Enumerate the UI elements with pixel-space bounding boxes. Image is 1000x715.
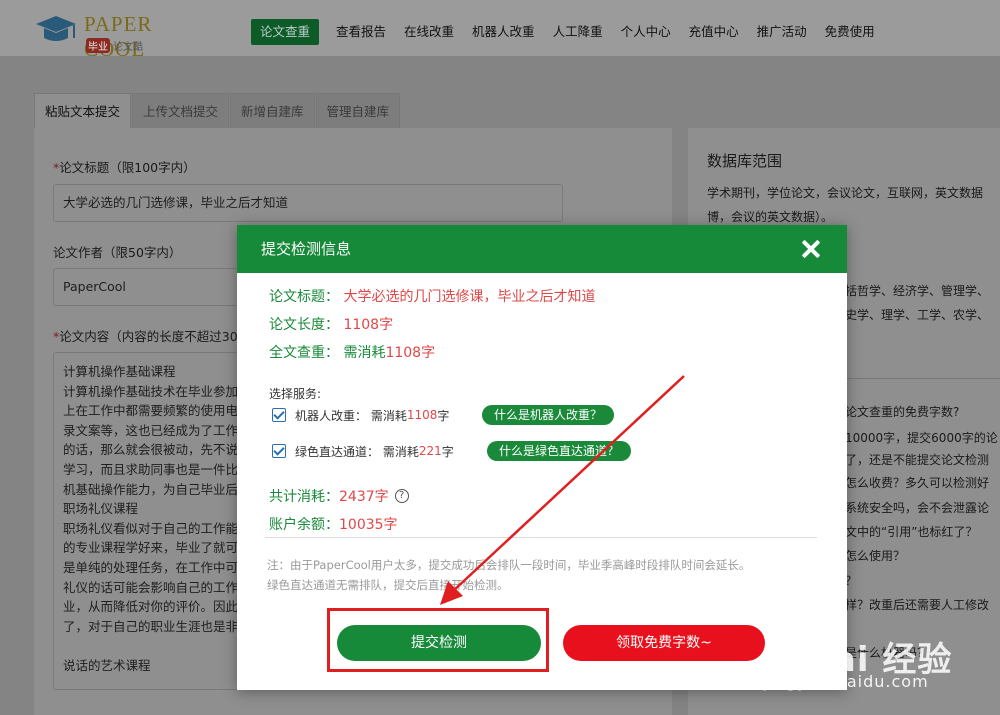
nav-personal-center[interactable]: 个人中心 — [612, 19, 680, 45]
balance-row: 账户余额： 10035字 — [269, 517, 398, 533]
full-check-row: 全文查重： 需消耗1108字 — [269, 345, 436, 361]
tab-upload-doc[interactable]: 上传文档提交 — [132, 93, 230, 129]
sidebar-text: 博，会议的英文数据）。 — [707, 210, 834, 224]
baidu-jingyan-watermark: Bai 经验 jingyan.baidu.com — [764, 632, 970, 707]
question-icon[interactable]: ? — [394, 489, 409, 503]
sidebar-text: 学术期刊，学位论文，会议论文，互联网，英文数据 — [707, 186, 984, 200]
nav-paper-check[interactable]: 论文查重 — [251, 19, 320, 45]
title-label: *论文标题（限100字内） — [53, 160, 196, 175]
checkbox-robot-revise[interactable] — [272, 408, 286, 422]
title-input[interactable]: 大学必选的几门选修课，毕业之后才知道 — [53, 184, 563, 222]
main-nav: 论文查重 查看报告 在线改重 机器人改重 人工降重 个人中心 充值中心 推广活动… — [251, 19, 884, 45]
sidebar-text: 史学、理学、工学、农学、 — [845, 308, 990, 322]
total-cost-row: 共计消耗： 2437字? — [269, 486, 409, 506]
checkbox-green-channel[interactable] — [272, 444, 286, 458]
faq-link[interactable]: 论文查重的免费字数? — [845, 403, 959, 420]
faq-link[interactable]: 样？改重后还需要人工修改 — [845, 596, 989, 613]
nav-online-revise[interactable]: 在线改重 — [395, 19, 463, 45]
paper-title-row: 论文标题： 大学必选的几门选修课，毕业之后才知道 — [269, 289, 596, 305]
faq-link[interactable]: 文中的“引用”也标红了？ — [845, 523, 977, 540]
faq-link[interactable]: 10000字，提交6000字的论 — [845, 429, 998, 446]
services-title: 选择服务: — [269, 387, 322, 401]
nav-recharge[interactable]: 充值中心 — [680, 19, 748, 45]
graduation-cap-icon — [36, 16, 76, 41]
what-is-robot-revise-button[interactable]: 什么是机器人改重？ — [482, 405, 615, 425]
logo-badge: 毕业 — [86, 38, 110, 53]
paw-icon — [773, 635, 801, 663]
sidebar-text: 括哲学、经济学、管理学、 — [845, 284, 990, 298]
dialog-header: 提交检测信息 — [237, 225, 847, 273]
nav-manual-reduce[interactable]: 人工降重 — [544, 19, 612, 45]
dialog-title: 提交检测信息 — [261, 240, 352, 258]
tab-new-library[interactable]: 新增自建库 — [230, 93, 315, 129]
close-icon[interactable] — [801, 239, 821, 259]
nav-robot-revise[interactable]: 机器人改重 — [463, 19, 544, 45]
paper-length-row: 论文长度： 1108字 — [269, 317, 394, 333]
author-label: 论文作者（限50字内） — [53, 245, 182, 260]
nav-promotion[interactable]: 推广活动 — [748, 19, 816, 45]
top-header: PAPER COOL 毕业 论文酷 论文查重 查看报告 在线改重 机器人改重 人工… — [0, 0, 1000, 61]
service-robot-revise[interactable]: 机器人改重： 需消耗 1108 字 — [272, 405, 449, 425]
faq-link[interactable]: 怎么使用？ — [845, 547, 905, 564]
tab-paste-text[interactable]: 粘贴文本提交 — [34, 93, 132, 129]
content-label: *论文内容（内容的长度不超过30 — [53, 329, 238, 344]
dialog-divider — [265, 537, 817, 538]
nav-view-report[interactable]: 查看报告 — [327, 19, 395, 45]
service-green-channel[interactable]: 绿色直达通道： 需消耗 221 字 — [272, 441, 454, 461]
faq-link[interactable]: 怎么收费？多久可以检测好 — [845, 474, 989, 491]
papercool-logo[interactable]: PAPER COOL 毕业 论文酷 — [34, 10, 214, 61]
nav-free-use[interactable]: 免费使用 — [816, 19, 884, 45]
tab-manage-library[interactable]: 管理自建库 — [315, 93, 401, 129]
faq-link[interactable]: 系统安全吗，会不会泄露论 — [845, 499, 989, 516]
database-scope-title: 数据库范围 — [707, 152, 783, 170]
annotation-highlight-box — [327, 608, 549, 672]
submit-tabs: 粘贴文本提交 上传文档提交 新增自建库 管理自建库 — [34, 93, 401, 129]
logo-brand: PAPER COOL — [84, 12, 153, 61]
faq-link[interactable]: 了，还是不能提交论文检测 — [845, 451, 989, 468]
queue-note: 注：由于PaperCool用户太多，提交成功后会排队一段时间，毕业季高峰时段排队… — [267, 558, 751, 592]
what-is-green-channel-button[interactable]: 什么是绿色直达通道？ — [487, 441, 632, 461]
get-free-words-button[interactable]: 领取免费字数~ — [563, 625, 765, 661]
logo-subtitle: 毕业 论文酷 — [86, 38, 143, 53]
